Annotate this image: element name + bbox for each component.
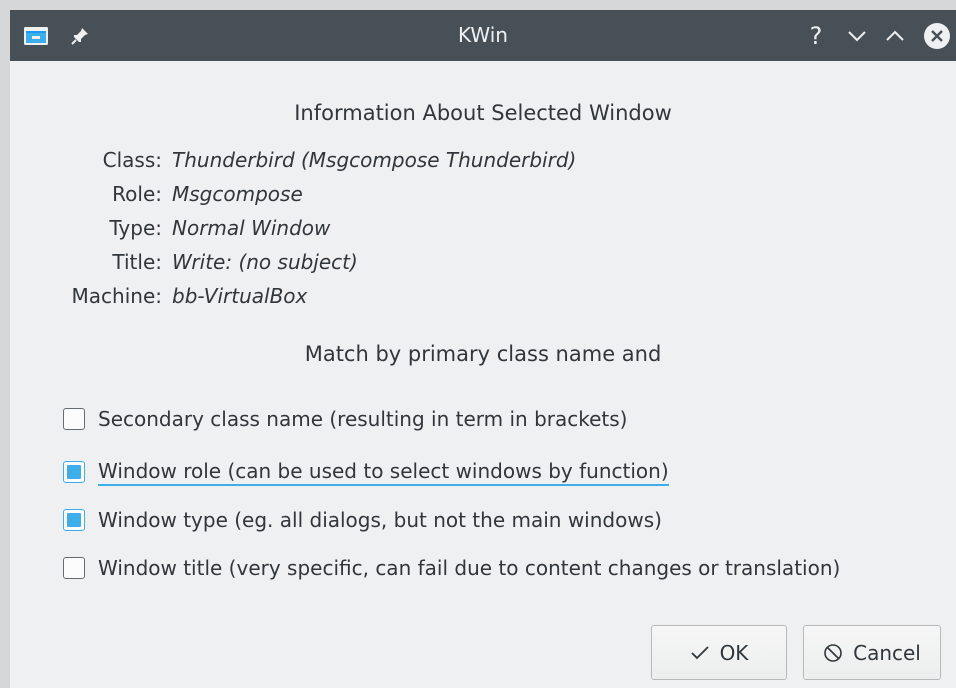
help-icon: ? bbox=[809, 21, 823, 50]
info-row-class: Class: Thunderbird (Msgcompose Thunderbi… bbox=[10, 144, 956, 176]
cancel-icon bbox=[823, 643, 843, 663]
close-button[interactable] bbox=[920, 10, 954, 61]
window-icon[interactable] bbox=[22, 10, 50, 61]
info-value: Thunderbird (Msgcompose Thunderbird) bbox=[172, 148, 577, 172]
ok-label: OK bbox=[719, 640, 749, 665]
checkbox-label[interactable]: Secondary class name (resulting in term … bbox=[98, 407, 627, 431]
cancel-label: Cancel bbox=[853, 640, 921, 665]
chevron-down-icon bbox=[848, 30, 866, 41]
pin-icon[interactable] bbox=[68, 10, 92, 61]
window-title-checkbox[interactable]: Window title (very specific, can fail du… bbox=[63, 551, 840, 585]
info-key: Class: bbox=[102, 148, 162, 172]
checkbox-box[interactable] bbox=[63, 408, 85, 430]
info-row-title: Title: Write: (no subject) bbox=[10, 246, 956, 278]
checkbox-box[interactable] bbox=[63, 461, 85, 483]
info-value: Write: (no subject) bbox=[172, 250, 358, 274]
maximize-button[interactable] bbox=[881, 10, 909, 61]
help-button[interactable]: ? bbox=[802, 10, 830, 61]
checkbox-box[interactable] bbox=[63, 509, 85, 531]
info-value: Normal Window bbox=[172, 216, 331, 240]
info-key: Role: bbox=[112, 182, 162, 206]
info-key: Title: bbox=[112, 250, 162, 274]
info-key: Type: bbox=[109, 216, 162, 240]
info-key: Machine: bbox=[71, 284, 162, 308]
minimize-button[interactable] bbox=[843, 10, 871, 61]
checkbox-label[interactable]: Window role (can be used to select windo… bbox=[98, 459, 669, 486]
match-heading: Match by primary class name and bbox=[304, 342, 662, 366]
chevron-up-icon bbox=[886, 30, 904, 41]
close-icon bbox=[924, 22, 950, 49]
window-type-checkbox[interactable]: Window type (eg. all dialogs, but not th… bbox=[63, 503, 662, 537]
checkbox-box[interactable] bbox=[63, 557, 85, 579]
checkmark-icon bbox=[690, 645, 710, 661]
window-role-checkbox[interactable]: Window role (can be used to select windo… bbox=[63, 455, 669, 489]
ok-button[interactable]: OK bbox=[651, 625, 787, 680]
dialog-content: Information About Selected Window Class:… bbox=[10, 61, 956, 688]
info-heading: Information About Selected Window bbox=[294, 101, 672, 125]
info-row-role: Role: Msgcompose bbox=[10, 178, 956, 210]
kwin-dialog: KWin ? Information About Selected Window… bbox=[10, 10, 956, 688]
secondary-class-checkbox[interactable]: Secondary class name (resulting in term … bbox=[63, 402, 627, 436]
info-row-type: Type: Normal Window bbox=[10, 212, 956, 244]
info-value: Msgcompose bbox=[172, 182, 303, 206]
checkbox-label[interactable]: Window title (very specific, can fail du… bbox=[98, 556, 840, 580]
info-value: bb-VirtualBox bbox=[172, 284, 308, 308]
checkbox-label[interactable]: Window type (eg. all dialogs, but not th… bbox=[98, 508, 662, 532]
cancel-button[interactable]: Cancel bbox=[803, 625, 941, 680]
title-bar[interactable]: KWin ? bbox=[10, 10, 956, 61]
info-row-machine: Machine: bb-VirtualBox bbox=[10, 280, 956, 312]
